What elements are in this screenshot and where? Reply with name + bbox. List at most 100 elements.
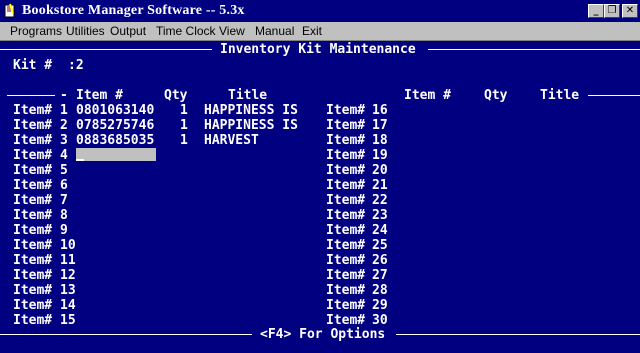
text-cursor [76,159,84,161]
item-row-label: Item# [326,208,366,223]
item-row-label: Item# [326,238,366,253]
header-title: Title [228,88,268,103]
header-item-right: Item # [404,88,451,103]
item-row-number: 20 [372,163,388,178]
item-row-number: 16 [372,103,388,118]
item-row-label: Item# [326,268,366,283]
item-row-label: Item# [326,163,366,178]
minimize-button[interactable]: _ [588,4,604,18]
kit-label: Kit # [13,58,53,73]
title-bar: Bookstore Manager Software -- 5.3x _ ❐ ✕ [0,0,640,22]
item-row-number: 8 [60,208,68,223]
item-row-number: 23 [372,208,388,223]
item-row-label: Item# [13,178,53,193]
item-row-label: Item# [13,193,53,208]
item-row-number: 10 [60,238,76,253]
header-rule-right [588,95,640,96]
item-row-number: 17 [372,118,388,133]
item-row-number: 30 [372,313,388,328]
quantity-field[interactable]: 1 [180,103,188,118]
item-row-label: Item# [13,253,53,268]
screen-title: Inventory Kit Maintenance [220,42,416,57]
item-row-label: Item# [326,178,366,193]
item-row-number: 26 [372,253,388,268]
item-row-number: 2 [60,118,68,133]
item-row-number: 28 [372,283,388,298]
item-row-label: Item# [326,118,366,133]
item-row-number: 21 [372,178,388,193]
item-row-number: 4 [60,148,68,163]
header-qty-right: Qty [484,88,508,103]
item-number-field[interactable]: 0801063140 [76,103,154,118]
item-row-label: Item# [326,223,366,238]
menu-exit[interactable]: Exit [302,24,322,38]
item-row-number: 22 [372,193,388,208]
item-row-label: Item# [326,193,366,208]
item-title: HAPPINESS IS [204,103,298,118]
app-icon [4,3,15,18]
menu-manual[interactable]: Manual [255,24,294,38]
kit-value[interactable]: :2 [68,58,84,73]
item-row-number: 29 [372,298,388,313]
header-title-right: Title [540,88,580,103]
item-row-label: Item# [13,103,53,118]
window-title: Bookstore Manager Software -- 5.3x [22,3,245,18]
close-button[interactable]: ✕ [622,4,638,18]
top-rule-left [0,49,212,50]
terminal-screen: Inventory Kit Maintenance Kit # :2 - Ite… [0,41,640,353]
header-dash: - [60,88,68,103]
item-title: HARVEST [204,133,259,148]
item-row-label: Item# [13,313,53,328]
item-row-number: 15 [60,313,76,328]
menu-output[interactable]: Output [110,24,146,38]
header-item: Item # [76,88,123,103]
active-input-field[interactable] [76,148,156,161]
menu-time-clock[interactable]: Time Clock [156,24,216,38]
item-row-label: Item# [13,133,53,148]
footer-options[interactable]: <F4> For Options [260,327,385,342]
item-row-label: Item# [326,313,366,328]
footer-rule-left [0,334,252,335]
item-row-label: Item# [13,268,53,283]
item-row-label: Item# [326,103,366,118]
menu-view[interactable]: View [219,24,245,38]
quantity-field[interactable]: 1 [180,118,188,133]
item-row-number: 18 [372,133,388,148]
item-row-number: 13 [60,283,76,298]
item-row-label: Item# [13,208,53,223]
item-row-label: Item# [326,148,366,163]
item-row-label: Item# [326,133,366,148]
item-row-label: Item# [13,118,53,133]
item-row-number: 11 [60,253,76,268]
item-row-number: 25 [372,238,388,253]
quantity-field[interactable]: 1 [180,133,188,148]
item-row-number: 12 [60,268,76,283]
restore-button[interactable]: ❐ [604,4,620,18]
item-row-label: Item# [13,223,53,238]
menu-programs[interactable]: Programs [10,24,62,38]
item-row-number: 6 [60,178,68,193]
item-title: HAPPINESS IS [204,118,298,133]
item-row-label: Item# [13,298,53,313]
item-row-number: 1 [60,103,68,118]
top-rule-right [428,49,640,50]
item-row-label: Item# [326,298,366,313]
item-row-label: Item# [13,283,53,298]
item-row-number: 7 [60,193,68,208]
item-row-number: 27 [372,268,388,283]
item-row-number: 14 [60,298,76,313]
item-row-label: Item# [13,148,53,163]
item-number-field[interactable]: 0785275746 [76,118,154,133]
item-row-number: 19 [372,148,388,163]
item-row-label: Item# [13,238,53,253]
menu-utilities[interactable]: Utilities [66,24,105,38]
menu-bar: Programs Utilities Output Time Clock Vie… [0,22,640,41]
header-qty: Qty [164,88,188,103]
footer-rule-right [396,334,640,335]
item-row-number: 3 [60,133,68,148]
item-row-label: Item# [326,283,366,298]
header-rule-left [7,95,55,96]
item-number-field[interactable]: 0883685035 [76,133,154,148]
item-row-label: Item# [326,253,366,268]
item-row-number: 9 [60,223,68,238]
